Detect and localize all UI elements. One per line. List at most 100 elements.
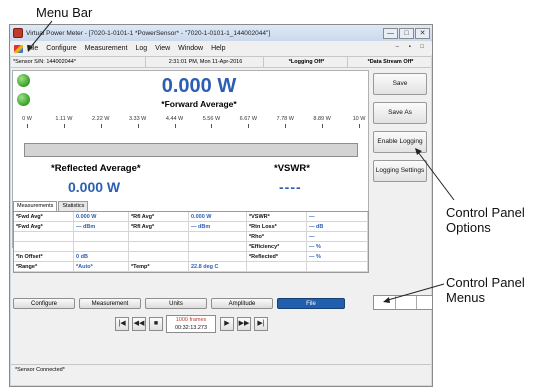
- menu-measurement[interactable]: Measurement: [85, 45, 128, 52]
- control-panel-menus: Configure Measurement Units Amplitude File: [13, 295, 432, 310]
- sensor-serial: *Sensor S/N: 144002044*: [11, 56, 146, 68]
- menu-configure[interactable]: Configure: [46, 45, 76, 52]
- control-panel-options-callout: Control Panel Options: [446, 205, 525, 235]
- table-cell-value: [307, 262, 368, 272]
- table-cell-label: *Reflected*: [247, 252, 307, 262]
- scale-tick-mark: [248, 124, 250, 128]
- table-row: *Fwd Avg* — dBm *Rfl Avg* — dBm *Rtn Loss* — …: [14, 222, 368, 232]
- menu-view[interactable]: View: [155, 45, 170, 52]
- table-row: *Rho* —: [14, 232, 368, 242]
- close-icon[interactable]: ✕: [415, 27, 430, 39]
- play-icon[interactable]: ▶: [220, 317, 234, 331]
- app-window: Virtual Power Meter - [7020-1-0101-1 *Po…: [9, 24, 433, 387]
- scale-tick-label: 6.67 W: [239, 116, 258, 122]
- table-cell-value: 0.000 W: [189, 212, 247, 222]
- crosshair-icon[interactable]: [374, 296, 396, 309]
- scale-tick-label: 7.78 W: [276, 116, 294, 122]
- table-row: *Fwd Avg* 0.000 W *Rfl Avg* 0.000 W *VSWR* —: [14, 212, 368, 222]
- table-cell-value: [189, 232, 247, 242]
- menu-help[interactable]: Help: [211, 45, 225, 52]
- table-cell-value: 22.8 deg C: [189, 262, 247, 272]
- forward-average-value: 0.000 W: [161, 75, 237, 97]
- window-title: Virtual Power Meter - [7020-1-0101-1 *Po…: [26, 29, 271, 37]
- table-cell-label: *Rtn Loss*: [247, 222, 307, 232]
- data-stream-status: *Data Stream Off*: [367, 59, 414, 65]
- callout-line: Options: [446, 220, 491, 235]
- table-cell-label: *Rfl Avg*: [129, 222, 189, 232]
- save-as-button[interactable]: Save As: [373, 102, 427, 124]
- scale-tick-mark: [359, 124, 360, 128]
- maximize-icon[interactable]: □: [399, 27, 414, 39]
- menu-window[interactable]: Window: [178, 45, 203, 52]
- frame-time: 00:32:13.273: [174, 325, 208, 331]
- table-cell-label: *Fwd Avg*: [14, 212, 74, 222]
- table-cell-label: *In Offset*: [14, 252, 74, 262]
- mode-button-measurement[interactable]: Measurement: [79, 297, 141, 309]
- table-cell-value: [189, 242, 247, 252]
- table-cell-label: [129, 232, 189, 242]
- logging-status: *Logging Off*: [264, 56, 348, 68]
- table-row: *Efficiency* — %: [14, 242, 368, 252]
- scale-tick-mark: [137, 124, 139, 128]
- scale-tick-mark: [322, 124, 324, 128]
- bottom-status-bar: *Sensor Connected*: [11, 364, 431, 374]
- title-bar[interactable]: Virtual Power Meter - [7020-1-0101-1 *Po…: [10, 25, 432, 41]
- grid-icon[interactable]: [396, 296, 418, 309]
- logging-settings-button[interactable]: Logging Settings: [373, 160, 427, 182]
- menu-bar: File Configure Measurement Log View Wind…: [10, 42, 432, 55]
- table-cell-value: — %: [307, 242, 368, 252]
- stop-icon[interactable]: ■: [149, 317, 163, 331]
- mode-button-file[interactable]: File: [277, 297, 345, 309]
- tab-measurements[interactable]: Measurements: [13, 201, 58, 211]
- rewind-icon[interactable]: ◀◀: [132, 317, 146, 331]
- document-icon[interactable]: [14, 44, 23, 53]
- menu-log[interactable]: Log: [135, 45, 147, 52]
- table-cell-label: *Range*: [14, 262, 74, 272]
- scale-tick-label: 8.89 W: [313, 116, 331, 122]
- table-cell-label: *Efficiency*: [247, 242, 307, 252]
- scale-tick-label: 0 W: [22, 116, 32, 122]
- table-cell-value: — dBm: [74, 222, 129, 232]
- fast-forward-icon[interactable]: ▶▶: [237, 317, 251, 331]
- power-bar: [24, 143, 358, 157]
- table-row: *Range* *Auto* *Temp* 22.8 deg C: [14, 262, 368, 272]
- frame-count: 1000 frames: [175, 317, 207, 323]
- mdi-window-controls[interactable]: – ▪ □: [396, 44, 428, 50]
- table-cell-value: — dBm: [189, 222, 247, 232]
- skip-start-icon[interactable]: |◀: [115, 317, 129, 331]
- top-status-bar: *Sensor S/N: 144002044* 2:31:01 PM, Mon …: [11, 56, 431, 68]
- table-cell-label: *Fwd Avg*: [14, 222, 74, 232]
- waveform-icon[interactable]: [417, 296, 432, 309]
- scale-tick-label: 5.56 W: [202, 116, 221, 122]
- mode-button-units[interactable]: Units: [145, 297, 207, 309]
- minimize-icon[interactable]: —: [383, 27, 398, 39]
- skip-end-icon[interactable]: ▶|: [254, 317, 268, 331]
- table-cell-value: — dB: [307, 222, 368, 232]
- power-scale: 0 W 1.11 W 2.22 W 3.33 W 4.44 W 5.56 W 6.67 W 7…: [22, 116, 365, 142]
- mode-button-configure[interactable]: Configure: [13, 297, 75, 309]
- scale-tick-label: 3.33 W: [128, 116, 147, 122]
- mode-button-amplitude[interactable]: Amplitude: [211, 297, 273, 309]
- vswr-value: ----: [279, 179, 302, 195]
- reflected-average-label: *Reflected Average*: [51, 163, 141, 174]
- table-cell-value: —: [307, 212, 368, 222]
- forward-average-label: *Forward Average*: [161, 99, 237, 109]
- save-button[interactable]: Save: [373, 73, 427, 95]
- playback-controls: |◀ ◀◀ ■ 1000 frames 00:32:13.273 ▶ ▶▶ ▶|: [115, 314, 271, 334]
- table-cell-label: *Rho*: [247, 232, 307, 242]
- table-cell-value: [189, 252, 247, 262]
- table-cell-label: [129, 242, 189, 252]
- vswr-label: *VSWR*: [274, 163, 310, 174]
- callout-line: Control Panel: [446, 275, 525, 290]
- callout-line: Control Panel: [446, 205, 525, 220]
- scale-tick-label: 4.44 W: [165, 116, 184, 122]
- enable-logging-button[interactable]: Enable Logging: [373, 131, 427, 153]
- scale-tick-mark: [285, 124, 287, 128]
- scale-tick-label: 2.22 W: [92, 116, 110, 122]
- tab-statistics[interactable]: Statistics: [58, 201, 89, 211]
- scale-tick-mark: [211, 124, 213, 128]
- scale-tick-mark: [174, 124, 176, 128]
- menu-file[interactable]: File: [27, 45, 38, 52]
- reflected-average-value: 0.000 W: [68, 179, 121, 195]
- window-controls: — □ ✕: [382, 27, 430, 39]
